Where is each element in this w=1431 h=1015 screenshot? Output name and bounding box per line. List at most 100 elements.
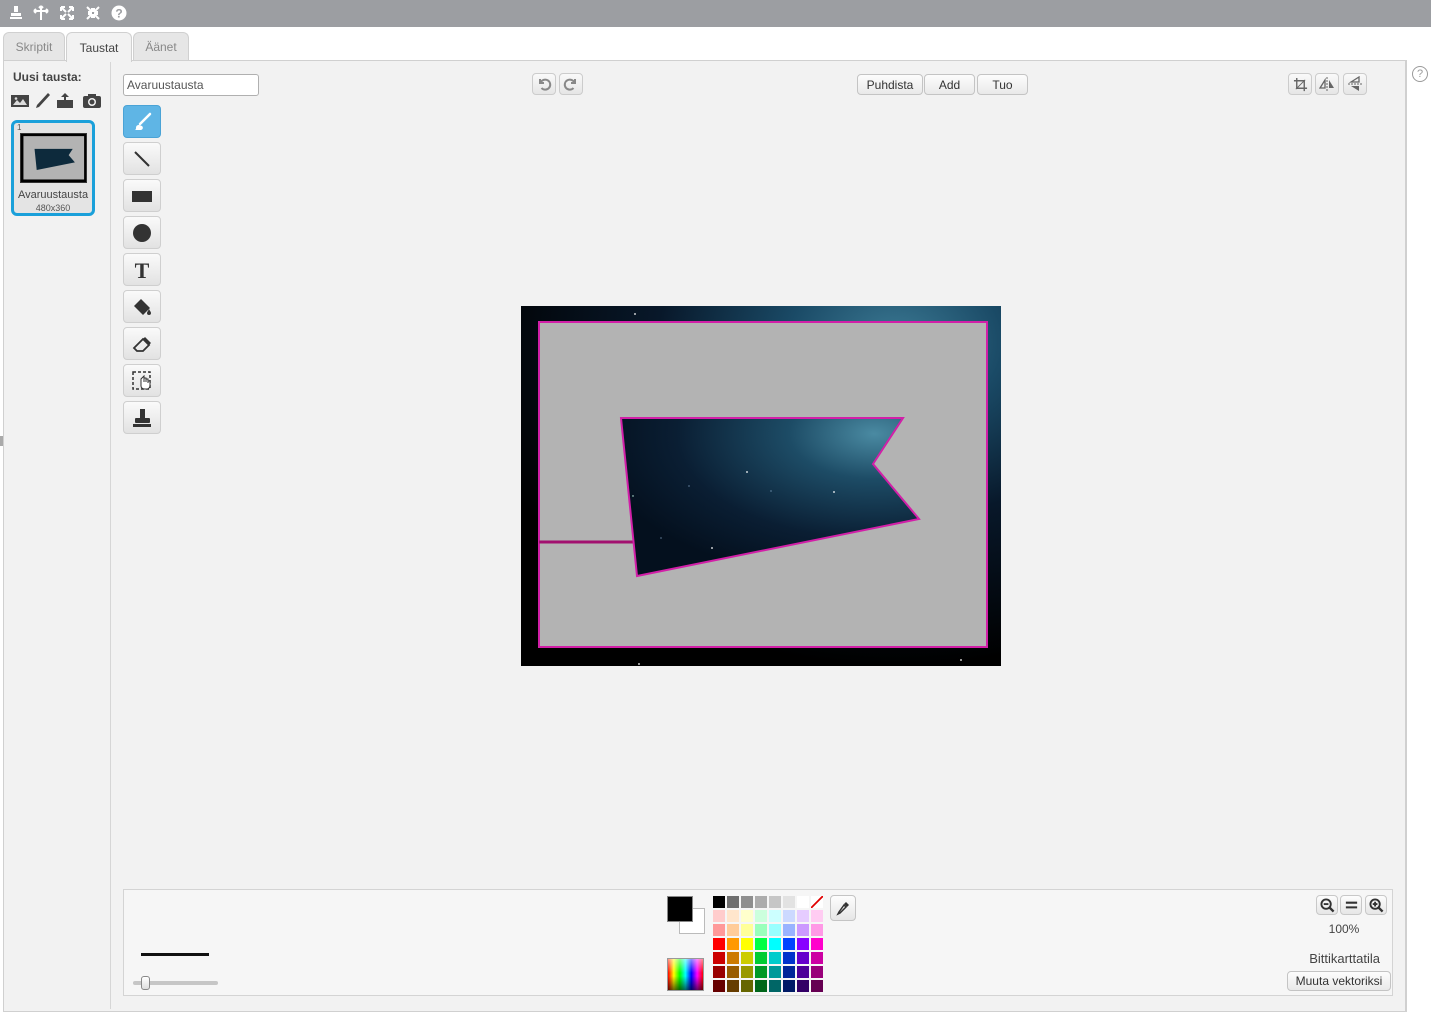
color-swatch[interactable]	[713, 896, 725, 908]
color-swatch[interactable]	[741, 952, 753, 964]
color-swatch[interactable]	[811, 910, 823, 922]
backdrop-size: 480x360	[35, 203, 71, 213]
color-swatch[interactable]	[769, 966, 781, 978]
backdrop-name: Avaruustausta	[17, 189, 89, 201]
color-swatch[interactable]	[783, 952, 795, 964]
flip-vertical-icon[interactable]	[1343, 73, 1367, 95]
color-swatch[interactable]	[769, 952, 781, 964]
slider-thumb[interactable]	[141, 976, 150, 990]
color-picker-button[interactable]	[667, 958, 704, 991]
clear-button[interactable]: Puhdista	[857, 74, 923, 95]
add-button[interactable]: Add	[924, 74, 975, 95]
transparent-swatch[interactable]	[810, 895, 824, 909]
color-swatch[interactable]	[769, 896, 781, 908]
crop-icon[interactable]	[1288, 73, 1312, 95]
color-swatch[interactable]	[713, 952, 725, 964]
eyedropper-icon[interactable]	[830, 895, 856, 921]
color-swatch[interactable]	[713, 966, 725, 978]
select-tool[interactable]	[123, 364, 161, 397]
rectangle-tool[interactable]	[123, 179, 161, 212]
grow-icon[interactable]	[57, 3, 77, 23]
color-swatch[interactable]	[741, 896, 753, 908]
color-swatch[interactable]	[713, 910, 725, 922]
zoom-in-icon[interactable]	[1365, 895, 1387, 915]
undo-icon[interactable]	[532, 73, 556, 95]
color-swatch[interactable]	[727, 910, 739, 922]
convert-to-vector-button[interactable]: Muuta vektoriksi	[1287, 971, 1391, 991]
zoom-out-icon[interactable]	[1316, 895, 1338, 915]
tab-sounds[interactable]: Äänet	[133, 32, 189, 61]
color-swatch[interactable]	[727, 966, 739, 978]
color-swatch[interactable]	[797, 896, 809, 908]
text-tool[interactable]: T	[123, 253, 161, 286]
import-button[interactable]: Tuo	[977, 74, 1028, 95]
color-swatch[interactable]	[727, 896, 739, 908]
shrink-icon[interactable]	[83, 3, 103, 23]
paint-from-library-icon[interactable]	[10, 91, 30, 111]
tab-scripts[interactable]: Skriptit	[3, 32, 65, 61]
color-swatch[interactable]	[811, 924, 823, 936]
redo-icon[interactable]	[559, 73, 583, 95]
eraser-tool[interactable]	[123, 327, 161, 360]
color-swatch[interactable]	[769, 938, 781, 950]
color-swatch[interactable]	[755, 938, 767, 950]
color-swatch[interactable]	[741, 910, 753, 922]
backdrop-name-input[interactable]	[123, 74, 259, 96]
color-swatch[interactable]	[811, 966, 823, 978]
color-swatch[interactable]	[783, 938, 795, 950]
color-swatch[interactable]	[797, 952, 809, 964]
tab-backdrops[interactable]: Taustat	[66, 32, 132, 62]
ellipse-tool[interactable]	[123, 216, 161, 249]
color-swatch[interactable]	[783, 896, 795, 908]
help-icon[interactable]: ?	[1412, 66, 1428, 82]
color-swatch[interactable]	[797, 924, 809, 936]
color-swatch[interactable]	[741, 980, 753, 992]
color-swatch[interactable]	[783, 966, 795, 978]
line-tool[interactable]	[123, 142, 161, 175]
camera-icon[interactable]	[82, 91, 102, 111]
color-swatch[interactable]	[755, 952, 767, 964]
color-swatch[interactable]	[797, 980, 809, 992]
color-swatch[interactable]	[755, 896, 767, 908]
fill-tool[interactable]	[123, 290, 161, 323]
stamp-tool[interactable]	[123, 401, 161, 434]
stamp-icon[interactable]	[6, 3, 26, 23]
color-swatch[interactable]	[713, 938, 725, 950]
color-swatch[interactable]	[797, 938, 809, 950]
color-swatch[interactable]	[741, 924, 753, 936]
color-swatch[interactable]	[769, 924, 781, 936]
color-swatch[interactable]	[755, 910, 767, 922]
color-swatch[interactable]	[783, 924, 795, 936]
color-swatch[interactable]	[811, 952, 823, 964]
color-swatch[interactable]	[811, 938, 823, 950]
upload-icon[interactable]	[55, 91, 75, 111]
brush-size-slider[interactable]	[133, 976, 218, 990]
color-swatch[interactable]	[727, 924, 739, 936]
brush-tool[interactable]	[123, 105, 161, 138]
color-swatch[interactable]	[755, 924, 767, 936]
color-swatch[interactable]	[741, 938, 753, 950]
color-swatch[interactable]	[783, 980, 795, 992]
color-swatch[interactable]	[797, 966, 809, 978]
color-swatch[interactable]	[713, 980, 725, 992]
flip-horizontal-icon[interactable]	[1315, 73, 1339, 95]
color-swatch[interactable]	[727, 952, 739, 964]
color-swatch[interactable]	[741, 966, 753, 978]
zoom-reset-icon[interactable]	[1340, 895, 1362, 915]
color-swatch[interactable]	[755, 980, 767, 992]
backdrop-item[interactable]: 1 Avaruustausta 480x360	[11, 120, 95, 216]
color-swatch[interactable]	[727, 980, 739, 992]
color-swatch[interactable]	[797, 910, 809, 922]
cut-icon[interactable]	[31, 3, 51, 23]
color-swatch[interactable]	[755, 966, 767, 978]
color-swatch[interactable]	[727, 938, 739, 950]
help-icon[interactable]: ?	[109, 3, 129, 23]
color-swatch[interactable]	[769, 910, 781, 922]
color-swatch[interactable]	[769, 980, 781, 992]
paint-new-icon[interactable]	[33, 91, 53, 111]
paint-canvas[interactable]	[521, 306, 1001, 666]
primary-color-swatch[interactable]	[667, 896, 693, 922]
color-swatch[interactable]	[811, 980, 823, 992]
color-swatch[interactable]	[713, 924, 725, 936]
color-swatch[interactable]	[783, 910, 795, 922]
